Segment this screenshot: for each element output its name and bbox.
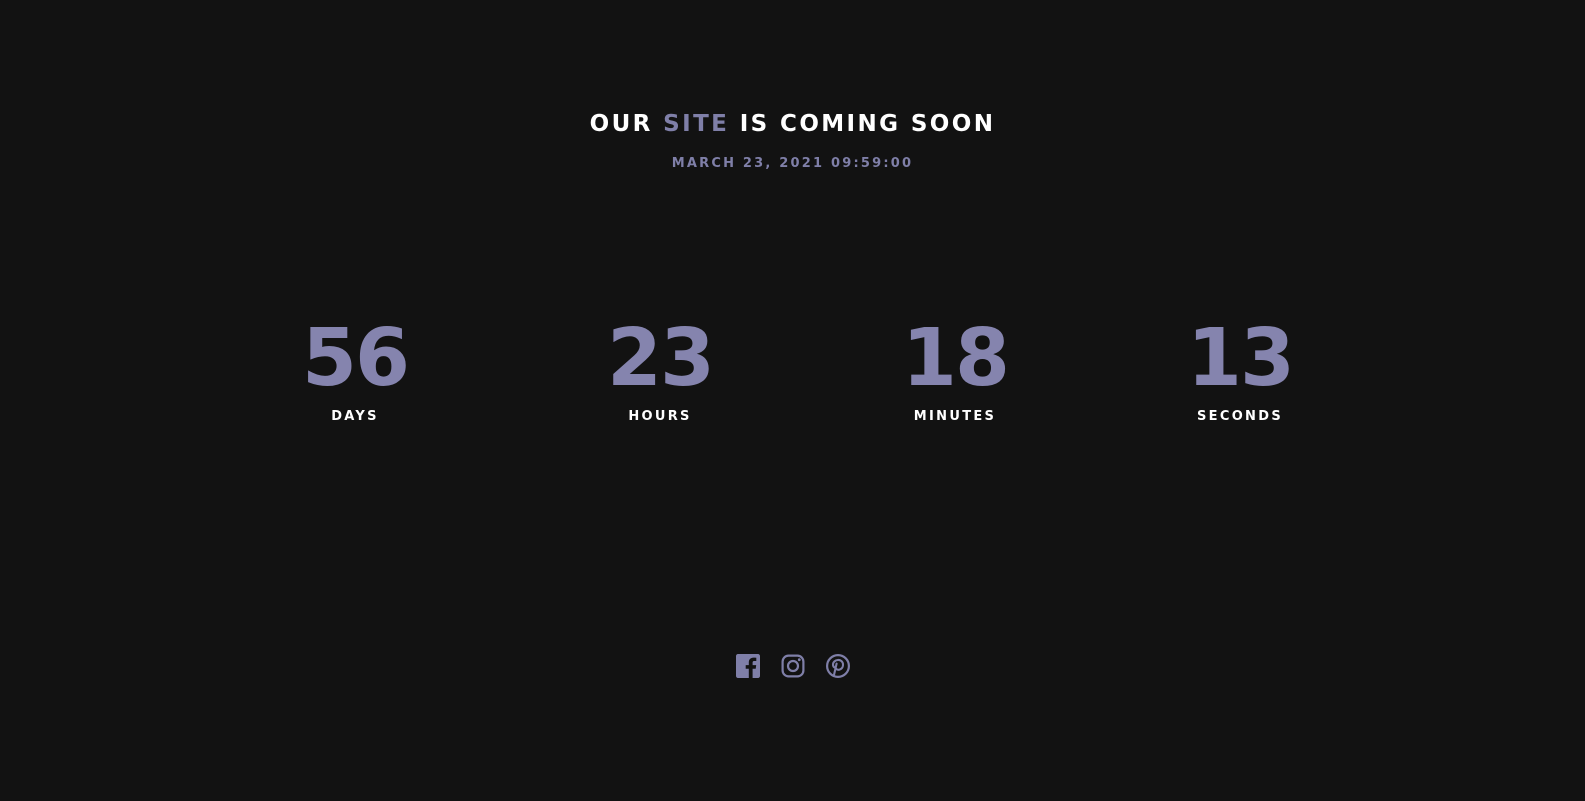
countdown-seconds: 13 SECONDS xyxy=(1120,312,1360,426)
countdown-days: 56 DAYS xyxy=(235,312,475,426)
social-links xyxy=(0,654,1585,678)
coming-soon-page: OUR SITE IS COMING SOON MARCH 23, 2021 0… xyxy=(0,0,1585,801)
pinterest-link[interactable] xyxy=(825,654,850,678)
minutes-label: MINUTES xyxy=(913,409,997,424)
instagram-icon xyxy=(781,654,804,678)
page-title: OUR SITE IS COMING SOON xyxy=(0,109,1585,139)
title-suffix: IS COMING SOON xyxy=(729,111,996,137)
facebook-link[interactable] xyxy=(735,654,760,678)
hours-label: HOURS xyxy=(628,409,692,424)
launch-date: MARCH 23, 2021 09:59:00 xyxy=(671,156,914,171)
hours-value: 23 xyxy=(607,312,715,404)
pinterest-icon xyxy=(825,654,850,678)
title-prefix: OUR xyxy=(589,111,664,137)
countdown-hours: 23 HOURS xyxy=(540,312,780,426)
days-label: DAYS xyxy=(331,409,379,424)
minutes-value: 18 xyxy=(902,312,1010,404)
facebook-icon xyxy=(735,654,760,678)
seconds-value: 13 xyxy=(1187,312,1295,404)
title-accent: SITE xyxy=(663,111,730,137)
countdown-minutes: 18 MINUTES xyxy=(835,312,1075,426)
days-value: 56 xyxy=(302,312,410,404)
instagram-link[interactable] xyxy=(781,654,805,678)
seconds-label: SECONDS xyxy=(1197,409,1283,424)
